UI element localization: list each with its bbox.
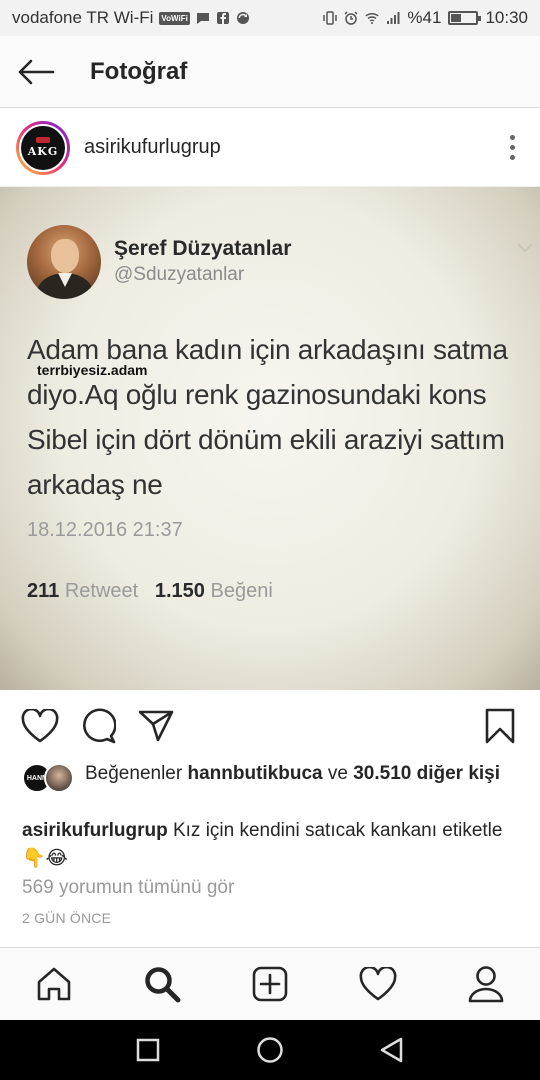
post-timestamp: 2 GÜN ÖNCE — [22, 910, 112, 926]
tweet-text: Adam bana kadın için arkadaşını satma di… — [27, 334, 508, 500]
liker-avatars: HANN — [22, 763, 78, 793]
avatar-emblem — [36, 137, 50, 143]
post-header: AKG asirikufurlugrup — [0, 109, 540, 187]
facebook-icon — [216, 12, 229, 24]
view-comments-link[interactable]: 569 yorumun tümünü gör — [22, 877, 234, 899]
user-avatar[interactable]: AKG — [16, 120, 70, 175]
signal-icon — [387, 12, 400, 24]
share-button[interactable] — [134, 704, 178, 748]
like-label: Beğeni — [210, 580, 273, 602]
chevron-down-icon — [517, 243, 533, 253]
more-options-button[interactable] — [500, 135, 524, 160]
likes-user[interactable]: hannbutikbuca — [187, 763, 322, 784]
more-dot — [509, 145, 515, 150]
add-post-icon — [252, 966, 288, 1002]
comment-button[interactable] — [76, 704, 120, 748]
heart-icon — [359, 967, 397, 1001]
carrier-info: vodafone TR Wi-Fi VoWiFi — [12, 8, 250, 28]
watermark: terrbiyesiz.adam — [37, 362, 148, 378]
nav-home[interactable] — [24, 954, 84, 1014]
caption-username[interactable]: asirikufurlugrup — [22, 820, 168, 841]
liker-avatar — [44, 763, 74, 793]
triangle-back-icon — [380, 1037, 403, 1063]
status-right: %41 10:30 — [323, 8, 528, 28]
sync-icon — [236, 12, 249, 24]
vibrate-icon — [323, 11, 338, 25]
search-icon — [145, 967, 181, 1003]
avatar-logo-text: AKG — [27, 145, 59, 158]
bottom-navigation — [0, 947, 540, 1020]
like-count: 1.150 — [154, 580, 205, 602]
retweet-label: Retweet — [64, 580, 139, 602]
recents-button[interactable] — [126, 1028, 170, 1072]
message-icon — [196, 13, 209, 24]
carrier-name: vodafone TR Wi-Fi — [12, 8, 154, 27]
nav-search[interactable] — [132, 954, 192, 1014]
more-vertical-icon — [509, 135, 515, 140]
bookmark-icon — [485, 708, 515, 744]
tweet-date: 18.12.2016 21:37 — [27, 519, 183, 541]
vowifi-badge: VoWiFi — [159, 11, 190, 25]
avatar-image: AKG — [19, 123, 67, 172]
tweet-author-avatar — [27, 225, 101, 299]
home-icon — [37, 967, 71, 1001]
square-icon — [136, 1038, 160, 1062]
nav-add-post[interactable] — [240, 954, 300, 1014]
likes-summary[interactable]: HANN Beğenenler hannbutikbuca ve 30.510 … — [22, 763, 522, 793]
battery-percent: %41 — [407, 8, 442, 27]
clock: 10:30 — [485, 8, 528, 27]
more-dot — [509, 155, 515, 160]
likes-middle: ve — [322, 763, 354, 784]
paper-plane-icon — [138, 710, 174, 742]
nav-profile[interactable] — [456, 954, 516, 1014]
post-username[interactable]: asirikufurlugrup — [84, 136, 221, 159]
status-bar: vodafone TR Wi-Fi VoWiFi %41 10:30 — [0, 0, 540, 36]
avatar-face — [51, 239, 79, 273]
comment-icon — [83, 708, 116, 744]
likes-text: Beğenenler hannbutikbuca ve 30.510 diğer… — [85, 761, 500, 793]
post-photo[interactable]: Şeref Düzyatanlar @Sduzyatanlar Adam ban… — [0, 187, 540, 690]
likes-prefix: Beğenenler — [85, 763, 188, 784]
tweet-stats: 211 Retweet 1.150 Beğeni — [27, 580, 273, 603]
nav-activity[interactable] — [348, 954, 408, 1014]
page-title: Fotoğraf — [90, 57, 188, 85]
app-bar: Fotoğraf — [0, 36, 540, 108]
retweet-count: 211 — [27, 580, 60, 602]
post-actions — [0, 690, 540, 762]
heart-icon — [21, 709, 59, 743]
profile-icon — [468, 966, 504, 1003]
alarm-icon — [344, 11, 358, 25]
home-system-button[interactable] — [248, 1028, 292, 1072]
save-button[interactable] — [478, 704, 522, 748]
like-button[interactable] — [18, 704, 62, 748]
back-system-button[interactable] — [370, 1028, 414, 1072]
battery-icon — [448, 11, 482, 25]
system-navigation-bar — [0, 1020, 540, 1080]
back-button[interactable] — [0, 36, 72, 108]
battery-fill — [451, 14, 462, 22]
circle-icon — [257, 1037, 283, 1063]
likes-others[interactable]: 30.510 diğer kişi — [353, 763, 500, 784]
tweet-author-handle: @Sduzyatanlar — [114, 264, 245, 285]
wifi-icon — [365, 12, 379, 24]
arrow-left-icon — [18, 59, 55, 84]
post-caption: asirikufurlugrup Kız için kendini satıca… — [22, 817, 522, 873]
tweet-author-name: Şeref Düzyatanlar — [114, 237, 292, 260]
